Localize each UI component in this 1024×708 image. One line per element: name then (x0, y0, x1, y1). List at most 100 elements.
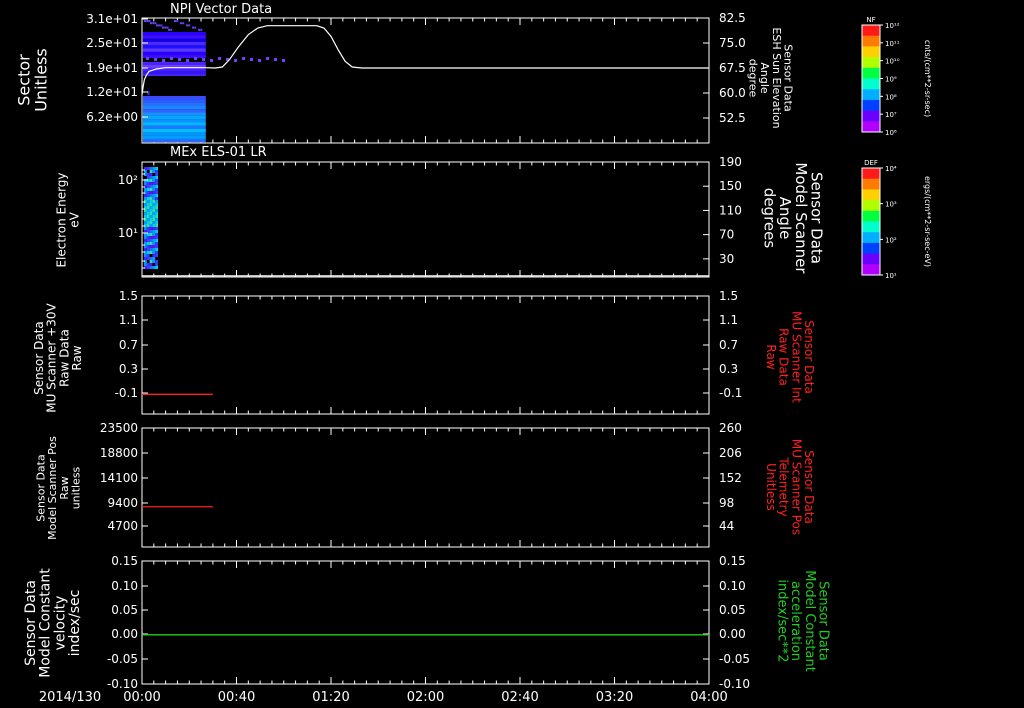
y2-tick-label: 60.0 (719, 86, 746, 100)
heatmap-cell (146, 167, 150, 170)
heatmap-cell (152, 209, 156, 212)
colorbar-segment (862, 178, 880, 190)
y2-tick-label: 0.3 (719, 362, 738, 376)
heatmap-cell (143, 96, 206, 100)
heatmap-cell (152, 218, 156, 221)
heatmap-cell (144, 254, 147, 257)
y2-tick-label: 52.5 (719, 111, 746, 125)
colorbar-tick-label: 10² (885, 236, 897, 244)
heatmap-cell (194, 57, 197, 60)
y-tick-label: 2.5e+01 (86, 36, 138, 50)
y2-tick-label: 98 (719, 496, 734, 510)
heatmap-cell (155, 191, 158, 194)
heatmap-cell (149, 248, 153, 251)
heatmap-cell (149, 209, 153, 212)
heatmap-cell (155, 242, 158, 245)
y-tick-label: 1.9e+01 (86, 61, 138, 75)
heatmap-cell (149, 173, 153, 176)
colorbar-segment (862, 99, 880, 112)
heatmap-cell (149, 197, 153, 200)
heatmap-cell (152, 188, 156, 191)
y2-tick-label: 67.5 (719, 61, 746, 75)
y-tick-label: 10² (118, 173, 138, 187)
y-tick-label: 1.2e+01 (86, 85, 138, 99)
y-tick-label: 0.15 (111, 554, 138, 568)
heatmap-cell (149, 227, 153, 230)
heatmap-cell (152, 191, 156, 194)
heatmap-cell (155, 227, 158, 230)
heatmap-cell (144, 197, 147, 200)
heatmap-cell (143, 115, 206, 120)
colorbar-segment (862, 253, 880, 265)
colorbar-tick-label: 10⁹ (885, 76, 897, 84)
heatmap-cell (198, 28, 200, 31)
heatmap-cell (178, 58, 181, 61)
y2-axis-title: index/sec**2 (775, 579, 790, 662)
y2-axis-title: degrees (760, 188, 778, 249)
heatmap-cell (146, 263, 150, 266)
heatmap-cell (143, 135, 206, 139)
y2-tick-label: 70 (719, 228, 734, 242)
heatmap-cell (155, 179, 158, 182)
heatmap-cell (155, 182, 158, 185)
heatmap-cell (146, 212, 150, 215)
heatmap-cell (156, 24, 158, 27)
heatmap-cell (149, 257, 153, 260)
colorbar-segment (862, 189, 880, 201)
y-axis-title: Model Constant (38, 568, 54, 678)
heatmap-cell (149, 266, 153, 269)
heatmap-cell (146, 188, 150, 191)
colorbar-segment (862, 25, 880, 37)
y-axis-title: Raw (70, 345, 84, 370)
heatmap-cell (158, 24, 161, 27)
heatmap-cell (152, 22, 155, 25)
y2-axis-title: degree (747, 59, 760, 98)
heatmap-cell (170, 28, 173, 31)
date-label: 2014/130 (39, 690, 101, 705)
time-tick-label: 03:20 (596, 690, 633, 705)
heatmap-cell (143, 32, 206, 36)
heatmap-cell (143, 105, 206, 110)
heatmap-cell (146, 185, 150, 188)
heatmap-cell (150, 22, 152, 25)
y2-tick-label: 44 (719, 519, 734, 533)
y2-tick-label: 0.7 (719, 338, 738, 352)
heatmap-cell (144, 20, 146, 22)
y-tick-label: 0.10 (111, 579, 138, 593)
heatmap-cell (155, 230, 158, 233)
heatmap-cell (146, 215, 150, 218)
heatmap-cell (146, 200, 150, 203)
panel-frame (141, 427, 710, 548)
y2-tick-label: -0.1 (719, 386, 742, 400)
heatmap-cell (186, 24, 188, 27)
heatmap-cell (149, 215, 153, 218)
colorbar-tick-label: 10⁴ (885, 165, 897, 173)
y-axis-title: eV (67, 211, 81, 227)
heatmap-cell (152, 197, 156, 200)
colorbar-segment (862, 221, 880, 233)
heatmap-cell (144, 263, 147, 266)
y2-tick-label: 206 (719, 446, 742, 460)
heatmap-cell (143, 109, 206, 113)
y2-tick-label: 1.1 (719, 313, 738, 327)
heatmap-cell (155, 203, 158, 206)
heatmap-cell (250, 58, 253, 61)
heatmap-cell (146, 197, 150, 200)
heatmap-gap (143, 76, 206, 96)
colorbar-unit: cnts/(cm**2-sr-sec) (923, 40, 932, 117)
panel-frame (141, 295, 710, 415)
heatmap-cell (143, 41, 206, 46)
heatmap-cell (174, 20, 176, 22)
heatmap-cell (200, 28, 203, 31)
heatmap-cell (155, 206, 158, 209)
colorbar-segment (862, 264, 880, 276)
heatmap-cell (146, 224, 150, 227)
heatmap-cell (146, 227, 150, 230)
heatmap-cell (146, 245, 150, 248)
heatmap-cell (149, 194, 153, 197)
heatmap-cell (155, 167, 158, 170)
y-tick-label: 6.2e+00 (86, 110, 138, 124)
heatmap-cell (152, 245, 156, 248)
heatmap-cell (146, 242, 150, 245)
heatmap-cell (234, 59, 237, 62)
